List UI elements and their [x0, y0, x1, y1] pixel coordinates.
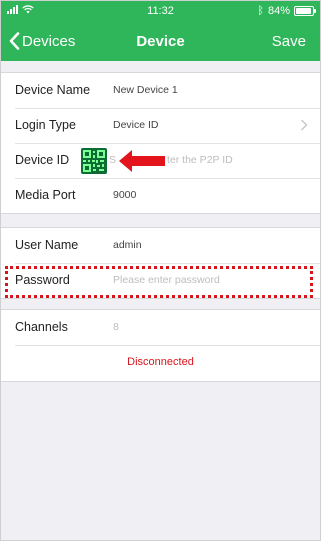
- login-type-label: Login Type: [15, 118, 76, 132]
- login-type-value: Device ID: [113, 119, 159, 131]
- qr-code-icon[interactable]: [81, 148, 107, 174]
- device-id-row[interactable]: Device ID S ter the P2P ID: [1, 143, 320, 178]
- channels-section: Channels 8 Disconnected: [1, 309, 320, 382]
- battery-percent: 84%: [267, 5, 290, 17]
- device-id-label: Device ID: [15, 153, 70, 167]
- user-name-field[interactable]: admin: [113, 239, 142, 251]
- channels-row[interactable]: Channels 8: [1, 310, 320, 345]
- connection-status: Disconnected: [127, 356, 194, 368]
- media-port-field[interactable]: 9000: [113, 189, 136, 201]
- device-name-row[interactable]: Device Name New Device 1: [1, 73, 320, 108]
- status-bar: 11:32 ᛒ 84%: [1, 1, 320, 21]
- app-screen: 11:32 ᛒ 84% Devices Device Save Device N…: [0, 0, 321, 541]
- bluetooth-icon: ᛒ: [257, 4, 264, 17]
- login-type-row[interactable]: Login Type Device ID: [1, 108, 320, 143]
- channels-value: 8: [113, 321, 119, 333]
- header: 11:32 ᛒ 84% Devices Device Save: [1, 1, 320, 61]
- user-name-label: User Name: [15, 238, 79, 252]
- channels-label: Channels: [15, 320, 68, 334]
- device-id-placeholder-start[interactable]: S: [109, 154, 116, 166]
- chevron-right-icon: [301, 119, 308, 131]
- nav-bar: Devices Device Save: [1, 21, 320, 61]
- connection-status-row: Disconnected: [1, 345, 320, 381]
- battery-icon: [294, 6, 316, 16]
- device-id-placeholder-end[interactable]: ter the P2P ID: [167, 154, 233, 166]
- save-button[interactable]: Save: [272, 33, 306, 50]
- device-section: Device Name New Device 1 Login Type Devi…: [1, 72, 320, 214]
- user-name-row[interactable]: User Name admin: [1, 228, 320, 263]
- media-port-row[interactable]: Media Port 9000: [1, 178, 320, 213]
- device-name-label: Device Name: [15, 83, 91, 97]
- device-name-field[interactable]: New Device 1: [113, 84, 178, 96]
- red-arrow-icon: [119, 150, 165, 172]
- media-port-label: Media Port: [15, 188, 76, 202]
- password-highlight-annotation: [5, 266, 313, 298]
- status-right: ᛒ 84%: [257, 4, 316, 17]
